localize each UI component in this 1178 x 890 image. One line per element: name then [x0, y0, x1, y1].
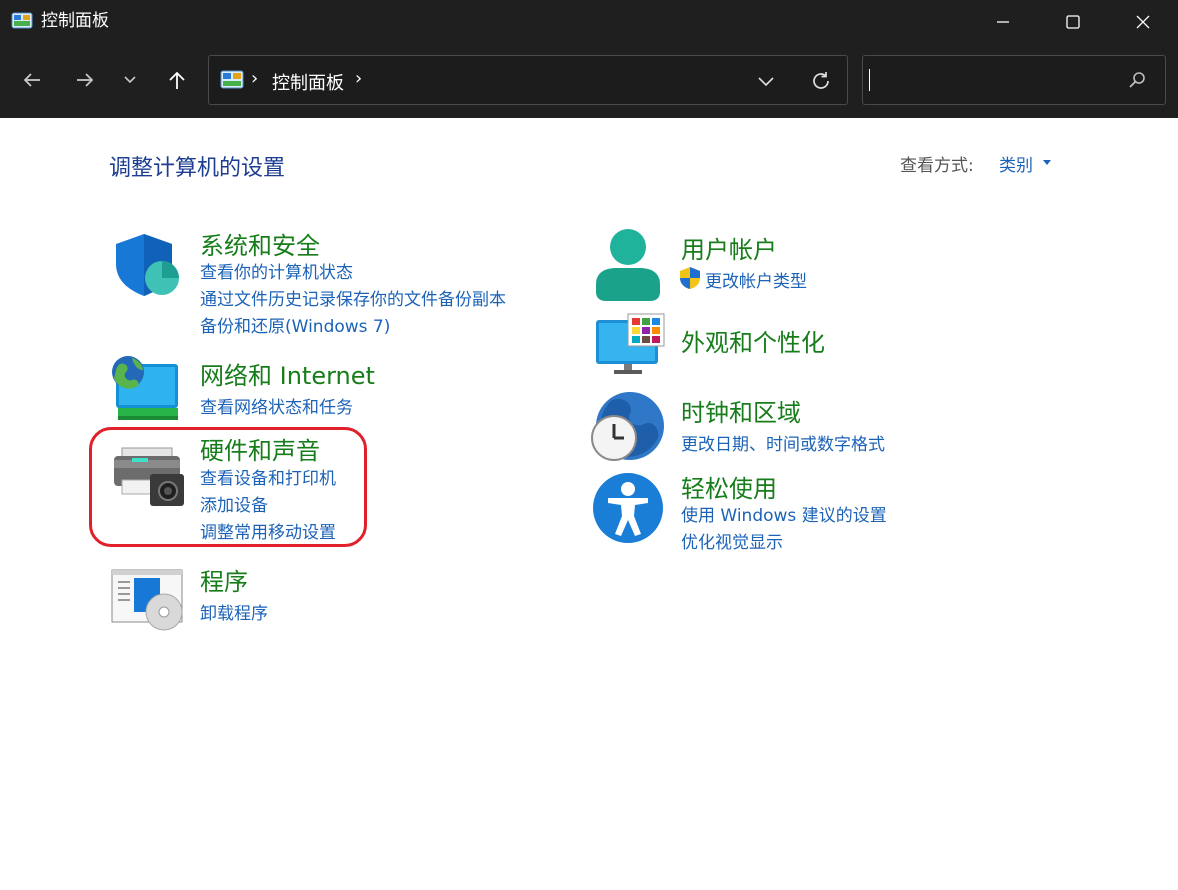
address-toolbar: › 控制面板 › [0, 44, 1178, 118]
category-title-clock-region[interactable]: 时钟和区域 [681, 393, 801, 428]
search-box[interactable] [862, 55, 1166, 105]
link-uninstall-program[interactable]: 卸载程序 [200, 599, 268, 624]
recent-locations-button[interactable] [112, 62, 148, 98]
breadcrumb-control-panel[interactable]: 控制面板 [272, 69, 344, 95]
forward-button[interactable] [67, 62, 103, 98]
control-panel-icon [11, 12, 33, 29]
address-bar[interactable]: › 控制面板 › [208, 55, 848, 105]
category-title-ease-of-access[interactable]: 轻松使用 [681, 469, 777, 504]
uac-shield-icon [680, 267, 700, 289]
refresh-icon [813, 72, 829, 89]
breadcrumb-separator[interactable]: › [355, 68, 362, 89]
user-icon[interactable] [594, 228, 662, 302]
highlight-outline [89, 427, 367, 547]
link-view-computer-status[interactable]: 查看你的计算机状态 [200, 258, 353, 283]
maximize-button[interactable] [1038, 0, 1108, 44]
category-title-user-accounts[interactable]: 用户帐户 [681, 230, 777, 265]
link-windows-recommended-settings[interactable]: 使用 Windows 建议的设置 [681, 501, 887, 526]
view-by-dropdown[interactable]: 类别 [999, 151, 1033, 176]
link-file-history-backup[interactable]: 通过文件历史记录保存你的文件备份副本 [200, 285, 506, 310]
refresh-button[interactable] [807, 67, 835, 95]
minimize-button[interactable] [968, 0, 1038, 44]
caret-down-icon[interactable] [1043, 160, 1051, 165]
page-title: 调整计算机的设置 [109, 156, 286, 181]
link-date-time-format[interactable]: 更改日期、时间或数字格式 [681, 430, 885, 455]
maximize-icon [1066, 15, 1080, 29]
close-icon [1136, 15, 1150, 29]
search-icon[interactable] [1127, 70, 1147, 90]
category-title-system-security[interactable]: 系统和安全 [200, 226, 320, 261]
arrow-right-icon [77, 73, 94, 87]
address-dropdown-button[interactable] [753, 68, 779, 94]
category-title-programs[interactable]: 程序 [200, 562, 248, 597]
clock-globe-icon[interactable] [590, 390, 666, 464]
link-view-network-status[interactable]: 查看网络状态和任务 [200, 393, 353, 418]
chevron-down-icon [758, 77, 774, 87]
view-by-label: 查看方式: [900, 156, 974, 176]
category-title-appearance[interactable]: 外观和个性化 [681, 323, 825, 358]
arrow-left-icon [23, 73, 40, 87]
category-title-network-internet[interactable]: 网络和 Internet [200, 356, 375, 391]
link-backup-restore[interactable]: 备份和还原(Windows 7) [200, 312, 390, 337]
programs-disc-icon[interactable] [110, 566, 184, 632]
title-bar: 控制面板 [0, 0, 1178, 44]
monitor-palette-icon[interactable] [594, 312, 666, 376]
breadcrumb-separator[interactable]: › [251, 68, 258, 89]
close-button[interactable] [1108, 0, 1178, 44]
search-input[interactable] [869, 64, 1123, 98]
back-button[interactable] [14, 62, 50, 98]
arrow-up-icon [169, 71, 185, 89]
link-optimize-visual-display[interactable]: 优化视觉显示 [681, 528, 783, 553]
link-change-account-type[interactable]: 更改帐户类型 [705, 267, 807, 292]
window-title: 控制面板 [41, 11, 109, 31]
chevron-down-icon [124, 76, 136, 84]
text-cursor [869, 69, 870, 91]
control-panel-icon [220, 70, 244, 89]
shield-icon[interactable] [110, 232, 182, 298]
minimize-icon [997, 21, 1009, 23]
network-globe-icon[interactable] [110, 352, 182, 424]
up-button[interactable] [159, 62, 195, 98]
accessibility-icon[interactable] [592, 472, 664, 544]
